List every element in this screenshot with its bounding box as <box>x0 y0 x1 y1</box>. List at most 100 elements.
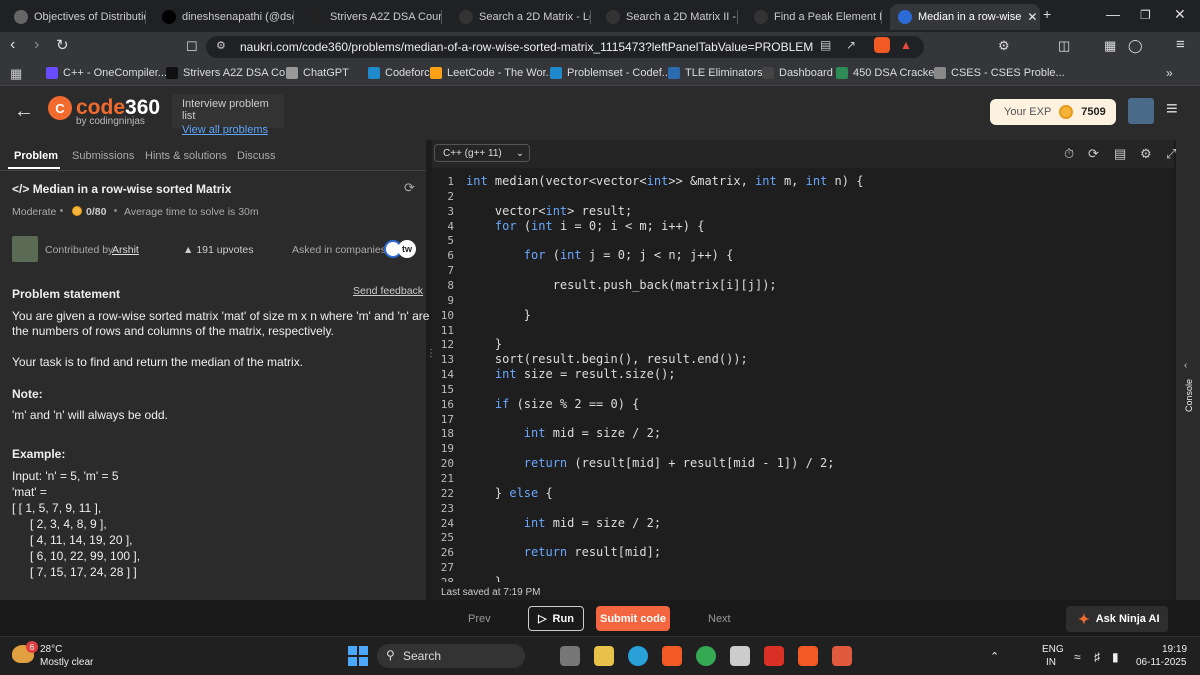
chrome-icon[interactable] <box>696 646 716 666</box>
forward-icon[interactable]: › <box>34 36 39 54</box>
browser-tab[interactable]: Search a 2D Matrix - LeetC <box>451 4 591 30</box>
company-logo-tw-icon[interactable]: tw <box>398 240 416 258</box>
share-icon[interactable]: ↗ <box>846 38 856 52</box>
code-line: for (int i = 0; i < m; i++) { <box>494 218 705 233</box>
back-icon[interactable]: ‹ <box>10 36 15 54</box>
tray-overflow-icon[interactable]: ⌃ <box>990 650 999 663</box>
browser-tab[interactable]: Median in a row-wise ✕ <box>890 4 1040 30</box>
menu-icon[interactable]: ≡ <box>1176 36 1185 53</box>
code360-logo[interactable]: C code360 by codingninjas <box>48 96 160 127</box>
next-button[interactable]: Next <box>708 613 731 625</box>
acrobat-icon[interactable] <box>764 646 784 666</box>
apps-grid-icon[interactable]: ▦ <box>10 66 22 82</box>
tab-discuss[interactable]: Discuss <box>237 150 276 162</box>
new-tab-button[interactable]: + <box>1043 6 1051 22</box>
back-arrow-icon[interactable]: ← <box>14 100 34 123</box>
reload-icon[interactable]: ↻ <box>56 36 69 54</box>
tab-hints[interactable]: Hints & solutions <box>145 150 227 162</box>
avatar[interactable] <box>1128 98 1154 124</box>
timer-icon[interactable]: ⏱ <box>1064 146 1074 162</box>
bookmark-item[interactable]: 450 DSA Cracker <box>836 67 938 79</box>
bookmark-item[interactable]: Dashboard <box>762 67 833 79</box>
region-label[interactable]: IN <box>1046 657 1056 668</box>
taskbar-search[interactable]: Search <box>377 644 525 668</box>
window-close-button[interactable]: ✕ <box>1174 6 1186 23</box>
code-line: return (result[mid] + result[mid - 1]) /… <box>523 456 835 471</box>
dot-separator <box>114 209 117 212</box>
prev-button[interactable]: Prev <box>468 613 491 625</box>
battery-icon[interactable]: ▮ <box>1112 650 1119 664</box>
reader-icon[interactable]: ▤ <box>820 38 831 52</box>
upvotes-button[interactable]: ▲ 191 upvotes <box>183 244 254 256</box>
statement-line-2: the numbers of rows and columns of the m… <box>12 324 334 338</box>
exp-value: 7509 <box>1081 106 1106 118</box>
fullscreen-icon[interactable]: ⤢ <box>1166 146 1176 162</box>
line-number: 4 <box>447 219 454 233</box>
wifi-icon[interactable]: ≈ <box>1074 650 1081 664</box>
extensions-icon[interactable]: ⚙ <box>998 38 1010 54</box>
search-text: Search <box>403 649 442 663</box>
browser-tab[interactable]: Search a 2D Matrix II - Lee <box>598 4 738 30</box>
bookmark-item[interactable]: Strivers A2Z DSA Co... <box>166 67 294 79</box>
brave-icon[interactable] <box>662 646 682 666</box>
brave-shield-icon[interactable] <box>874 37 890 53</box>
ask-ninja-ai-button[interactable]: ✦ Ask Ninja AI <box>1066 606 1168 632</box>
vpn-icon[interactable]: ◯ <box>1128 38 1143 54</box>
view-all-problems-link[interactable]: View all problems <box>182 124 274 136</box>
windows-start-icon[interactable] <box>348 646 368 666</box>
share-problem-icon[interactable]: ⟳ <box>404 180 415 196</box>
bookmark-label: ChatGPT <box>303 67 349 79</box>
settings-gear-icon[interactable]: ⚙ <box>1140 146 1152 162</box>
tab-close-icon[interactable]: ✕ <box>1027 10 1037 24</box>
site-info-icon[interactable]: ⚙ <box>216 39 226 52</box>
submit-code-button[interactable]: Submit code <box>596 606 670 631</box>
brave-beta-icon[interactable] <box>798 646 818 666</box>
bookmark-item[interactable]: CSES - CSES Proble... <box>934 67 1065 79</box>
reset-icon[interactable]: ⟳ <box>1088 146 1099 162</box>
code-area[interactable]: 1 int median(vector<vector<int>> &matrix,… <box>432 170 1174 582</box>
maximize-button[interactable]: ❐ <box>1140 8 1151 22</box>
send-feedback-link[interactable]: Send feedback <box>353 285 423 297</box>
brave-rewards-icon[interactable]: ▲ <box>900 38 912 52</box>
console-sidebar[interactable] <box>1176 140 1200 600</box>
tab-submissions[interactable]: Submissions <box>72 150 134 162</box>
clock-date[interactable]: 06-11-2025 <box>1136 657 1186 668</box>
console-label[interactable]: Console <box>1184 379 1194 412</box>
bookmark-item[interactable]: TLE Eliminators <box>668 67 763 79</box>
layout-icon[interactable]: ▤ <box>1114 146 1126 162</box>
url-bar[interactable]: naukri.com/code360/problems/median-of-a-… <box>206 36 924 58</box>
lang-label[interactable]: ENG <box>1042 644 1064 655</box>
task-view-icon[interactable] <box>560 646 580 666</box>
weather-temp[interactable]: 28°C <box>40 644 62 655</box>
browser-tab[interactable]: Find a Peak Element II - Le <box>746 4 882 30</box>
brave-nightly-icon[interactable] <box>832 646 852 666</box>
weather-desc[interactable]: Mostly clear <box>40 657 93 668</box>
browser-tab[interactable]: dineshsenapathi (@dsenap <box>154 4 294 30</box>
contributor-link[interactable]: Arshit <box>112 244 139 256</box>
volume-icon[interactable]: ♯ <box>1094 650 1100 664</box>
wallet-icon[interactable]: ▦ <box>1104 38 1116 54</box>
keyboard-app-icon[interactable] <box>730 646 750 666</box>
language-select[interactable]: C++ (g++ 11) ⌄ <box>434 144 530 162</box>
clock-time[interactable]: 19:19 <box>1162 644 1187 655</box>
exp-badge[interactable]: Your EXP 7509 <box>990 99 1116 125</box>
resize-handle-icon[interactable]: ⋮ <box>426 349 436 359</box>
hamburger-icon[interactable]: ≡ <box>1166 98 1178 121</box>
browser-tab[interactable]: Strivers A2Z DSA Course/S <box>302 4 442 30</box>
line-number: 20 <box>440 457 454 471</box>
bookmark-icon[interactable]: ☐ <box>186 39 198 55</box>
tab-problem[interactable]: Problem <box>14 150 58 162</box>
file-explorer-icon[interactable] <box>594 646 614 666</box>
bookmark-item[interactable]: C++ - OneCompiler... <box>46 67 167 79</box>
more-bookmarks-button[interactable]: » <box>1166 66 1173 80</box>
line-number: 17 <box>440 412 454 426</box>
bookmark-item[interactable]: Problemset - Codef... <box>550 67 671 79</box>
bookmark-item[interactable]: ChatGPT <box>286 67 349 79</box>
run-button[interactable]: ▷ Run <box>528 606 584 631</box>
sidebar-icon[interactable]: ◫ <box>1058 38 1070 54</box>
edge-icon[interactable] <box>628 646 648 666</box>
bookmark-item[interactable]: LeetCode - The Wor... <box>430 67 555 79</box>
browser-tab[interactable]: Objectives of Distribution <box>6 4 146 30</box>
chevron-left-icon[interactable]: ‹ <box>1184 360 1187 371</box>
minimize-button[interactable]: — <box>1106 6 1120 22</box>
